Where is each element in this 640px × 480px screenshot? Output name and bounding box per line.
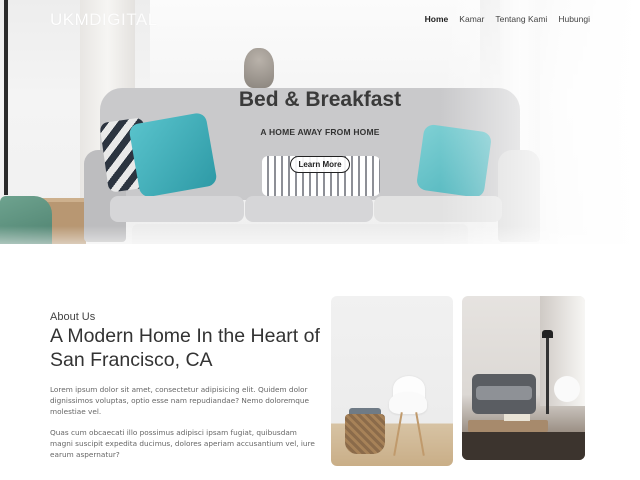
about-paragraph-2: Quas cum obcaecati illo possimus adipisc…	[50, 428, 315, 459]
photo-chair-leg	[415, 412, 425, 456]
photo-lamp-pole	[546, 334, 549, 414]
nav-item-kamar[interactable]: Kamar	[459, 14, 484, 24]
learn-more-button[interactable]: Learn More	[290, 156, 350, 173]
hero-sofa-cushion	[110, 196, 244, 222]
photo-rug	[462, 432, 585, 460]
brand-logo[interactable]: UKMDIGITAL	[50, 10, 158, 30]
photo-lamp-shade	[542, 330, 553, 338]
about-paragraph-1: Lorem ipsum dolor sit amet, consectetur …	[50, 385, 310, 416]
hero-fade-bottom	[0, 226, 640, 244]
about-heading: A Modern Home In the Heart of San Franci…	[50, 325, 320, 371]
nav-item-tentang-kami[interactable]: Tentang Kami	[495, 14, 547, 24]
hero-cat	[244, 48, 274, 88]
photo-chair-seat	[389, 392, 427, 414]
logo-bold-text: UKM	[50, 10, 90, 29]
photo-white-chair	[554, 376, 580, 402]
hero-fade-overlay	[440, 0, 640, 244]
about-eyebrow: About Us	[50, 311, 96, 323]
hero-title: Bed & Breakfast	[238, 88, 402, 111]
photo-coffee-table	[468, 420, 548, 432]
hero-subtitle: A HOME AWAY FROM HOME	[260, 127, 380, 137]
hero-pillow-teal	[128, 111, 218, 199]
hero-banner	[0, 0, 640, 244]
about-photo-living-room	[462, 296, 585, 460]
nav-item-home[interactable]: Home	[425, 14, 449, 24]
about-photo-chair	[331, 296, 453, 466]
main-nav: Home Kamar Tentang Kami Hubungi	[425, 14, 590, 24]
photo-books	[504, 414, 530, 421]
photo-wicker-basket	[345, 414, 385, 454]
nav-item-hubungi[interactable]: Hubungi	[558, 14, 590, 24]
logo-thin-text: DIGITAL	[89, 10, 158, 29]
hero-sofa-cushion	[245, 196, 373, 222]
photo-sofa-cushion	[476, 386, 532, 400]
photo-chair-leg	[393, 412, 403, 456]
